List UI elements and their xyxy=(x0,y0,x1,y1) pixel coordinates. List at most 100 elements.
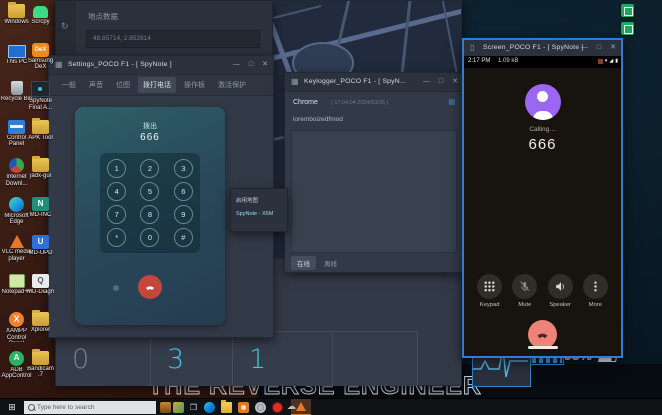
search-input[interactable] xyxy=(37,404,156,411)
home-indicator[interactable] xyxy=(528,346,558,349)
dialer-end-call-button[interactable] xyxy=(138,275,162,299)
end-call-button[interactable] xyxy=(528,320,557,349)
tab-拨打电话[interactable]: 拨打电话 xyxy=(138,77,176,93)
record-icon[interactable] xyxy=(272,402,283,413)
desktop-icon-label: Scrcpy xyxy=(24,19,57,26)
keypad-key-9[interactable]: 9 xyxy=(174,205,193,224)
counter-cell: 0 xyxy=(56,332,151,386)
minimize-button[interactable]: — xyxy=(581,43,588,53)
n-icon: N xyxy=(32,197,49,211)
more-icon[interactable] xyxy=(583,274,608,299)
call-status-label: Calling… xyxy=(464,126,621,133)
tab-位图[interactable]: 位图 xyxy=(111,77,135,93)
keypad-key-5[interactable]: 5 xyxy=(140,182,159,201)
desktop-icon-md-diagn[interactable]: QMD-Diagn xyxy=(24,274,57,296)
screen-window: ▯ Screen_POCO F1 - [ SpyNote ] — □ ✕ 2:1… xyxy=(462,38,623,358)
vlc-taskbar-button[interactable] xyxy=(291,399,311,415)
desktop-icon-md-inc[interactable]: NMD-INC xyxy=(24,197,57,219)
keypad-key-2[interactable]: 2 xyxy=(140,159,159,178)
spynote-icon xyxy=(31,81,50,97)
status-data-usage: 1.09 kB xyxy=(498,58,518,64)
counter-cell: 3 xyxy=(151,332,233,386)
green-shortcut-icon[interactable] xyxy=(621,4,634,17)
online-filter-button[interactable]: 在线 xyxy=(291,256,316,270)
keypad-key-0[interactable]: 0 xyxy=(140,228,159,247)
keypad-key-4[interactable]: 4 xyxy=(107,182,126,201)
keylogger-window-title: Keylogger_POCO F1 - [ SpyN... xyxy=(304,78,406,85)
photos-icon[interactable] xyxy=(238,402,249,413)
taskbar-news-icon[interactable] xyxy=(160,402,171,413)
settings-window-title: Settings_POCO F1 - [ SpyNote ] xyxy=(68,61,172,68)
map-note-panel: 启用地图 SpyNote - X6M xyxy=(230,188,288,232)
desktop-icon-xplorer[interactable]: Xplorer xyxy=(24,312,57,334)
globe-icon[interactable] xyxy=(255,402,266,413)
location-data-panel: ↻ 地点数据 48.85714, 2.952814 xyxy=(55,0,273,58)
cast-icon xyxy=(598,59,603,64)
keylogger-log-text: loremboizedfmod xyxy=(293,116,343,123)
folder-icon xyxy=(8,4,25,18)
task-view-icon[interactable]: ❐ xyxy=(188,402,199,413)
tab-操作板[interactable]: 操作板 xyxy=(179,77,210,93)
offline-filter-button[interactable]: 离线 xyxy=(324,258,337,268)
desktop-icon-bandicam-7[interactable]: Bandicam .7 xyxy=(24,351,57,379)
keypad-key-7[interactable]: 7 xyxy=(107,205,126,224)
vlc-icon xyxy=(10,235,24,248)
desktop-icon-label: APK Tool xyxy=(24,135,57,142)
keylogger-timestamp: ( 17:04:04 2024/03/05 ) xyxy=(331,100,388,106)
taskbar-weather-icon[interactable] xyxy=(173,402,184,413)
file-explorer-icon[interactable] xyxy=(221,402,232,413)
keypad-key-#[interactable]: # xyxy=(174,228,193,247)
maximize-button[interactable]: □ xyxy=(249,60,253,70)
speaker-icon[interactable] xyxy=(548,274,573,299)
bin-icon xyxy=(11,81,23,95)
keylogger-log-area xyxy=(291,130,457,253)
caller-avatar xyxy=(525,84,561,120)
edge-icon[interactable] xyxy=(204,402,215,413)
tab-激活保护[interactable]: 激活保护 xyxy=(213,77,251,93)
keypad-key-1[interactable]: 1 xyxy=(107,159,126,178)
phone-screen[interactable]: 2:17 PM 1.09 kB ▾ ◢ ▮ Calling… 666 Keypa… xyxy=(464,56,621,356)
xampp-icon: X xyxy=(9,312,24,327)
desktop-icon-label: Bandicam .7 xyxy=(24,366,57,379)
desktop-icon-apk-tool[interactable]: APK Tool xyxy=(24,120,57,142)
close-button[interactable]: ✕ xyxy=(262,60,268,70)
keypad-key-*[interactable]: * xyxy=(107,228,126,247)
taskbar: ⊞ ❐ ☁ xyxy=(0,398,662,415)
green-shortcut-icon[interactable] xyxy=(621,22,634,35)
dialer-aux-icon xyxy=(113,285,119,291)
close-button[interactable]: ✕ xyxy=(610,43,616,53)
maximize-button[interactable]: □ xyxy=(439,77,443,87)
counter-value: 0 xyxy=(56,344,89,375)
dialpad-icon[interactable] xyxy=(477,274,502,299)
refresh-icon[interactable]: ↻ xyxy=(61,21,69,32)
call-action-label: Speaker xyxy=(544,302,576,308)
desktop-icon-jadx-gui[interactable]: jadx-gui xyxy=(24,158,57,180)
screen-window-title: Screen_POCO F1 - [ SpyNote ] xyxy=(483,44,583,51)
desktop-icon-label: Samsung DeX xyxy=(24,58,57,71)
dialer-number: 666 xyxy=(75,132,225,143)
call-action-label: Keypad xyxy=(474,302,506,308)
close-button[interactable]: ✕ xyxy=(452,77,458,87)
keypad-key-8[interactable]: 8 xyxy=(140,205,159,224)
desktop-icon-scrcpy[interactable]: Scrcpy xyxy=(24,4,57,26)
desktop-icon-label: jadx-gui xyxy=(24,173,57,180)
taskbar-search[interactable] xyxy=(24,401,156,414)
desktop: THE REVERSE ENGINEER 98% WindowsThis PCR… xyxy=(0,0,662,415)
maximize-button[interactable]: □ xyxy=(597,43,601,53)
tab-声音[interactable]: 声音 xyxy=(84,77,108,93)
mic-off-icon[interactable] xyxy=(512,274,537,299)
keypad-key-6[interactable]: 6 xyxy=(174,182,193,201)
counter-cell: 1 xyxy=(233,332,333,386)
desktop-icon-spynote-final-a-[interactable]: SpyNote Final A... xyxy=(24,81,57,111)
desktop-icon-md-upd[interactable]: UMD-UPD xyxy=(24,235,57,257)
start-button[interactable]: ⊞ xyxy=(0,399,24,415)
minimize-button[interactable]: — xyxy=(233,60,240,70)
tab-一般[interactable]: 一般 xyxy=(57,77,81,93)
coordinates-field[interactable]: 48.85714, 2.952814 xyxy=(86,30,260,48)
minimize-button[interactable]: — xyxy=(423,77,430,87)
desktop-icon-samsung-dex[interactable]: DeXSamsung DeX xyxy=(24,43,57,71)
coordinates-value: 48.85714, 2.952814 xyxy=(93,35,151,42)
keypad-key-3[interactable]: 3 xyxy=(174,159,193,178)
call-action-label: Mute xyxy=(509,302,541,308)
dex-icon: DeX xyxy=(32,43,49,57)
